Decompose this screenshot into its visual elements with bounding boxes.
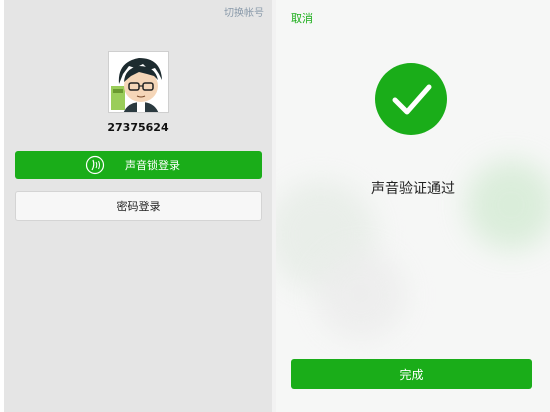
verification-message: 声音验证通过	[371, 181, 455, 197]
account-id: 27375624	[107, 121, 169, 134]
voiceprint-icon	[85, 155, 105, 175]
background-blur	[466, 160, 550, 250]
success-badge	[375, 63, 447, 135]
login-screen: 切换帐号 27375624 声音锁登录 密码登录	[4, 0, 272, 412]
voice-lock-login-button[interactable]: 声音锁登录	[15, 151, 262, 179]
verification-screen: 取消 声音验证通过 完成	[276, 0, 550, 412]
cancel-button[interactable]: 取消	[291, 10, 313, 26]
done-label: 完成	[399, 367, 424, 382]
avatar-illustration	[109, 52, 168, 112]
done-button[interactable]: 完成	[291, 359, 532, 389]
checkmark-icon	[392, 84, 432, 115]
voice-lock-login-label: 声音锁登录	[125, 159, 180, 172]
screenshot-stage: 切换帐号 27375624 声音锁登录 密码登录 取消 声音验证通过 完成	[0, 0, 550, 412]
switch-account-link[interactable]: 切换帐号	[224, 4, 264, 19]
avatar	[108, 51, 169, 113]
password-login-button[interactable]: 密码登录	[15, 191, 262, 221]
password-login-label: 密码登录	[116, 200, 161, 213]
background-blur	[316, 250, 406, 340]
